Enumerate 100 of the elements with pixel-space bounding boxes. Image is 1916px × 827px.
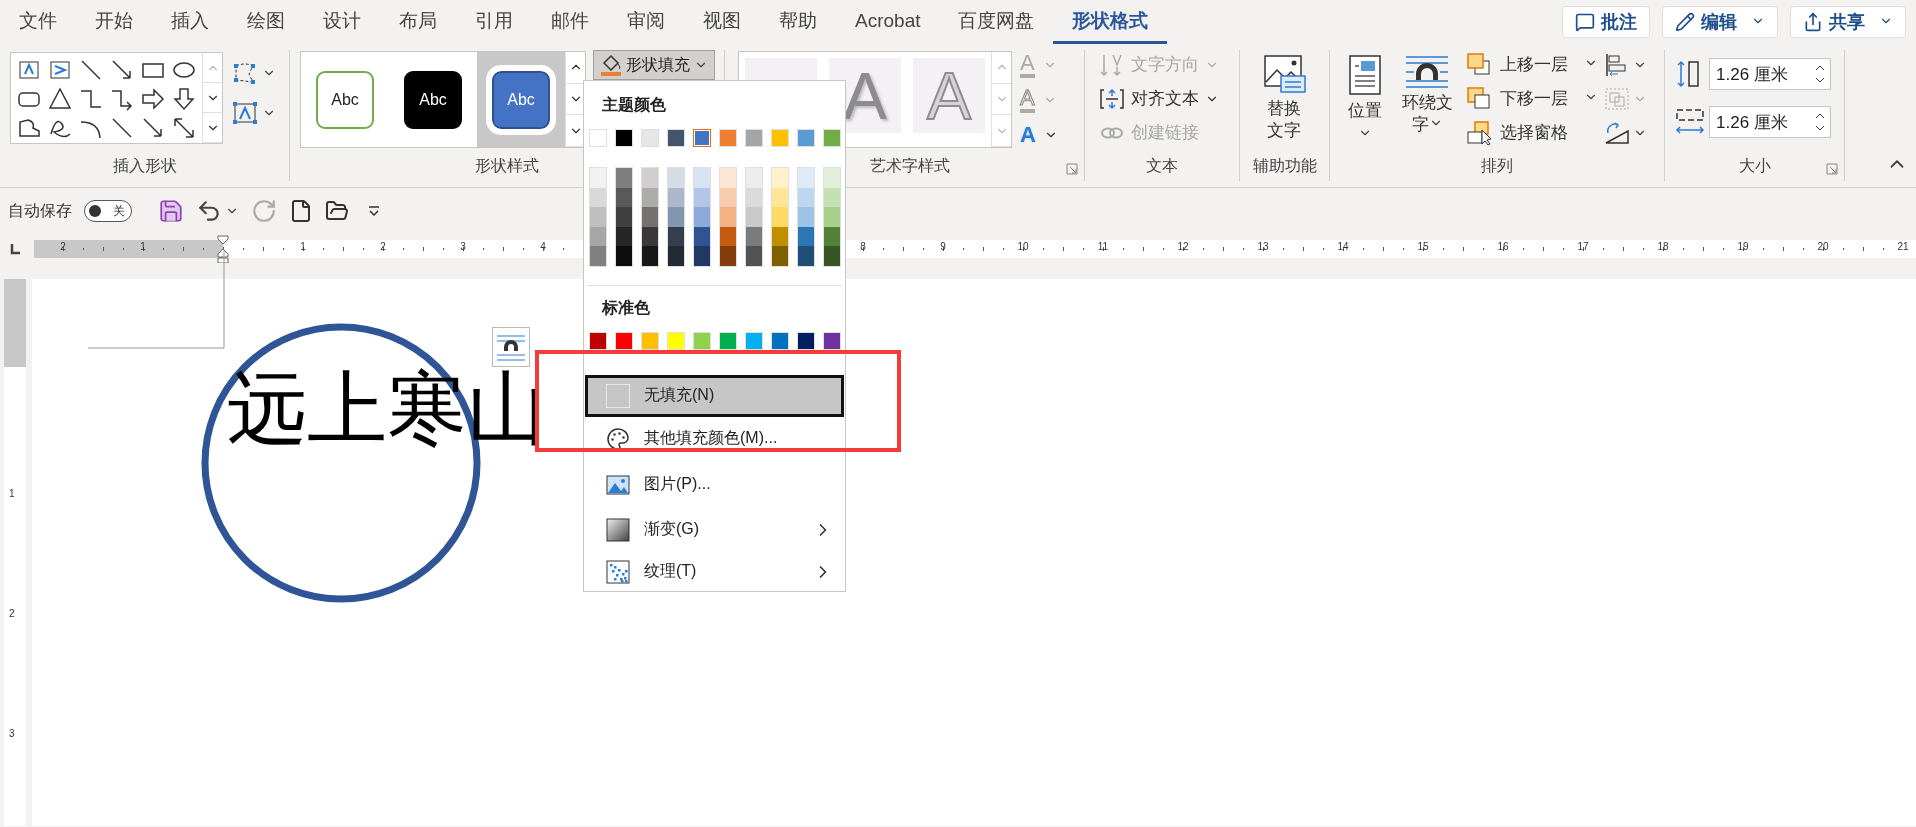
height-field[interactable]: 1.26 厘米 xyxy=(1709,58,1831,90)
color-swatch[interactable] xyxy=(694,246,710,266)
color-swatch[interactable] xyxy=(720,168,736,188)
color-swatch[interactable] xyxy=(798,168,814,188)
color-swatch[interactable] xyxy=(642,168,658,188)
color-swatch[interactable] xyxy=(642,187,658,208)
menu-item[interactable]: 图片(P)... xyxy=(585,460,844,509)
comment-button[interactable]: 批注 xyxy=(1562,6,1650,38)
color-swatch[interactable] xyxy=(746,226,762,247)
ribbon-tab[interactable]: 视图 xyxy=(684,0,760,44)
layout-options-icon[interactable] xyxy=(492,327,530,367)
right-arrow-icon[interactable] xyxy=(139,85,167,113)
ribbon-tab[interactable]: Acrobat xyxy=(836,0,940,44)
color-swatch[interactable] xyxy=(668,207,684,227)
color-swatch[interactable] xyxy=(642,226,658,247)
color-swatch[interactable] xyxy=(798,226,814,247)
ribbon-tab[interactable]: 设计 xyxy=(304,0,380,44)
color-swatch[interactable] xyxy=(694,187,710,208)
edit-button[interactable]: 编辑 xyxy=(1662,6,1778,38)
color-swatch[interactable] xyxy=(590,226,606,247)
color-swatch[interactable] xyxy=(694,226,710,247)
color-swatch[interactable] xyxy=(746,246,762,266)
ribbon-tab[interactable]: 帮助 xyxy=(760,0,836,44)
pane-button[interactable]: 选择窗格 xyxy=(1466,118,1599,147)
menu-item[interactable]: 无填充(N) xyxy=(585,374,844,417)
position-button[interactable]: 位置 xyxy=(1342,50,1388,141)
color-swatch[interactable] xyxy=(798,207,814,227)
color-swatch[interactable] xyxy=(694,207,710,227)
color-swatch[interactable] xyxy=(590,187,606,208)
ribbon-tab[interactable]: 插入 xyxy=(152,0,228,44)
color-swatch[interactable] xyxy=(824,246,840,266)
menu-item[interactable]: 其他填充颜色(M)... xyxy=(585,416,844,461)
ribbon-tab[interactable]: 百度网盘 xyxy=(939,0,1054,44)
edit-shape-button[interactable] xyxy=(231,60,276,86)
wrap-text-button[interactable]: 环绕文字 xyxy=(1394,50,1461,137)
ribbon-tab[interactable]: 开始 xyxy=(76,0,152,44)
style-preset[interactable]: Abc xyxy=(477,52,565,147)
backward-button[interactable]: 下移一层 xyxy=(1466,84,1599,113)
color-swatch[interactable] xyxy=(772,246,788,266)
ribbon-tab[interactable]: 引用 xyxy=(456,0,532,44)
shape-fill-button[interactable]: 形状填充 xyxy=(593,50,715,80)
style-preset[interactable]: Abc xyxy=(301,52,389,147)
alt-text-button[interactable]: 替换文字 xyxy=(1256,50,1313,143)
ribbon-tab[interactable]: 邮件 xyxy=(532,0,608,44)
color-swatch[interactable] xyxy=(720,207,736,227)
open-folder-icon[interactable] xyxy=(325,199,349,223)
color-swatch[interactable] xyxy=(616,226,632,247)
dialog-launcher-icon[interactable] xyxy=(1066,163,1078,175)
dialog-launcher-icon[interactable] xyxy=(1826,163,1838,175)
save-icon[interactable] xyxy=(158,198,184,224)
text-effects-button[interactable]: A xyxy=(1020,120,1058,149)
color-swatch[interactable] xyxy=(824,226,840,247)
style-preset[interactable]: Abc xyxy=(389,52,477,147)
color-swatch[interactable] xyxy=(668,246,684,266)
color-swatch[interactable] xyxy=(616,207,632,227)
color-swatch[interactable] xyxy=(668,226,684,247)
ribbon-tab[interactable]: 审阅 xyxy=(608,0,684,44)
color-swatch[interactable] xyxy=(720,246,736,266)
color-swatch[interactable] xyxy=(798,246,814,266)
new-document-icon[interactable] xyxy=(289,199,313,223)
color-swatch[interactable] xyxy=(772,207,788,227)
color-swatch[interactable] xyxy=(772,168,788,188)
color-swatch[interactable] xyxy=(772,226,788,247)
forward-button[interactable]: 上移一层 xyxy=(1466,50,1599,79)
color-swatch[interactable] xyxy=(668,168,684,188)
autosave-toggle[interactable]: 关 xyxy=(84,200,132,222)
color-swatch[interactable] xyxy=(824,187,840,208)
color-swatch[interactable] xyxy=(798,187,814,208)
color-swatch[interactable] xyxy=(720,226,736,247)
color-swatch[interactable] xyxy=(642,207,658,227)
color-swatch[interactable] xyxy=(668,187,684,208)
color-swatch[interactable] xyxy=(824,207,840,227)
ribbon-tab[interactable]: 布局 xyxy=(380,0,456,44)
text-box-button[interactable] xyxy=(231,100,276,126)
ribbon-tab[interactable]: 形状格式 xyxy=(1053,0,1168,44)
menu-item[interactable]: 渐变(G) xyxy=(585,508,844,551)
align-button[interactable]: 对齐文本 xyxy=(1099,84,1219,113)
color-swatch[interactable] xyxy=(616,168,632,188)
color-swatch[interactable] xyxy=(746,187,762,208)
color-swatch[interactable] xyxy=(590,246,606,266)
color-swatch[interactable] xyxy=(824,168,840,188)
color-swatch[interactable] xyxy=(720,187,736,208)
color-swatch[interactable] xyxy=(590,207,606,227)
share-button[interactable]: 共享 xyxy=(1790,6,1906,38)
color-swatch[interactable] xyxy=(694,168,710,188)
color-swatch[interactable] xyxy=(616,246,632,266)
ribbon-tab[interactable]: 文件 xyxy=(0,0,76,44)
customize-icon[interactable] xyxy=(367,204,381,218)
color-swatch[interactable] xyxy=(642,246,658,266)
color-swatch[interactable] xyxy=(772,187,788,208)
undo-button[interactable] xyxy=(196,198,239,224)
color-swatch[interactable] xyxy=(746,207,762,227)
redo-icon[interactable] xyxy=(251,198,277,224)
color-swatch[interactable] xyxy=(616,187,632,208)
color-swatch[interactable] xyxy=(693,129,711,147)
width-field[interactable]: 1.26 厘米 xyxy=(1709,106,1831,138)
color-swatch[interactable] xyxy=(746,168,762,188)
color-swatch[interactable] xyxy=(590,168,606,188)
menu-item[interactable]: 纹理(T) xyxy=(585,550,844,593)
ribbon-tab[interactable]: 绘图 xyxy=(228,0,304,44)
